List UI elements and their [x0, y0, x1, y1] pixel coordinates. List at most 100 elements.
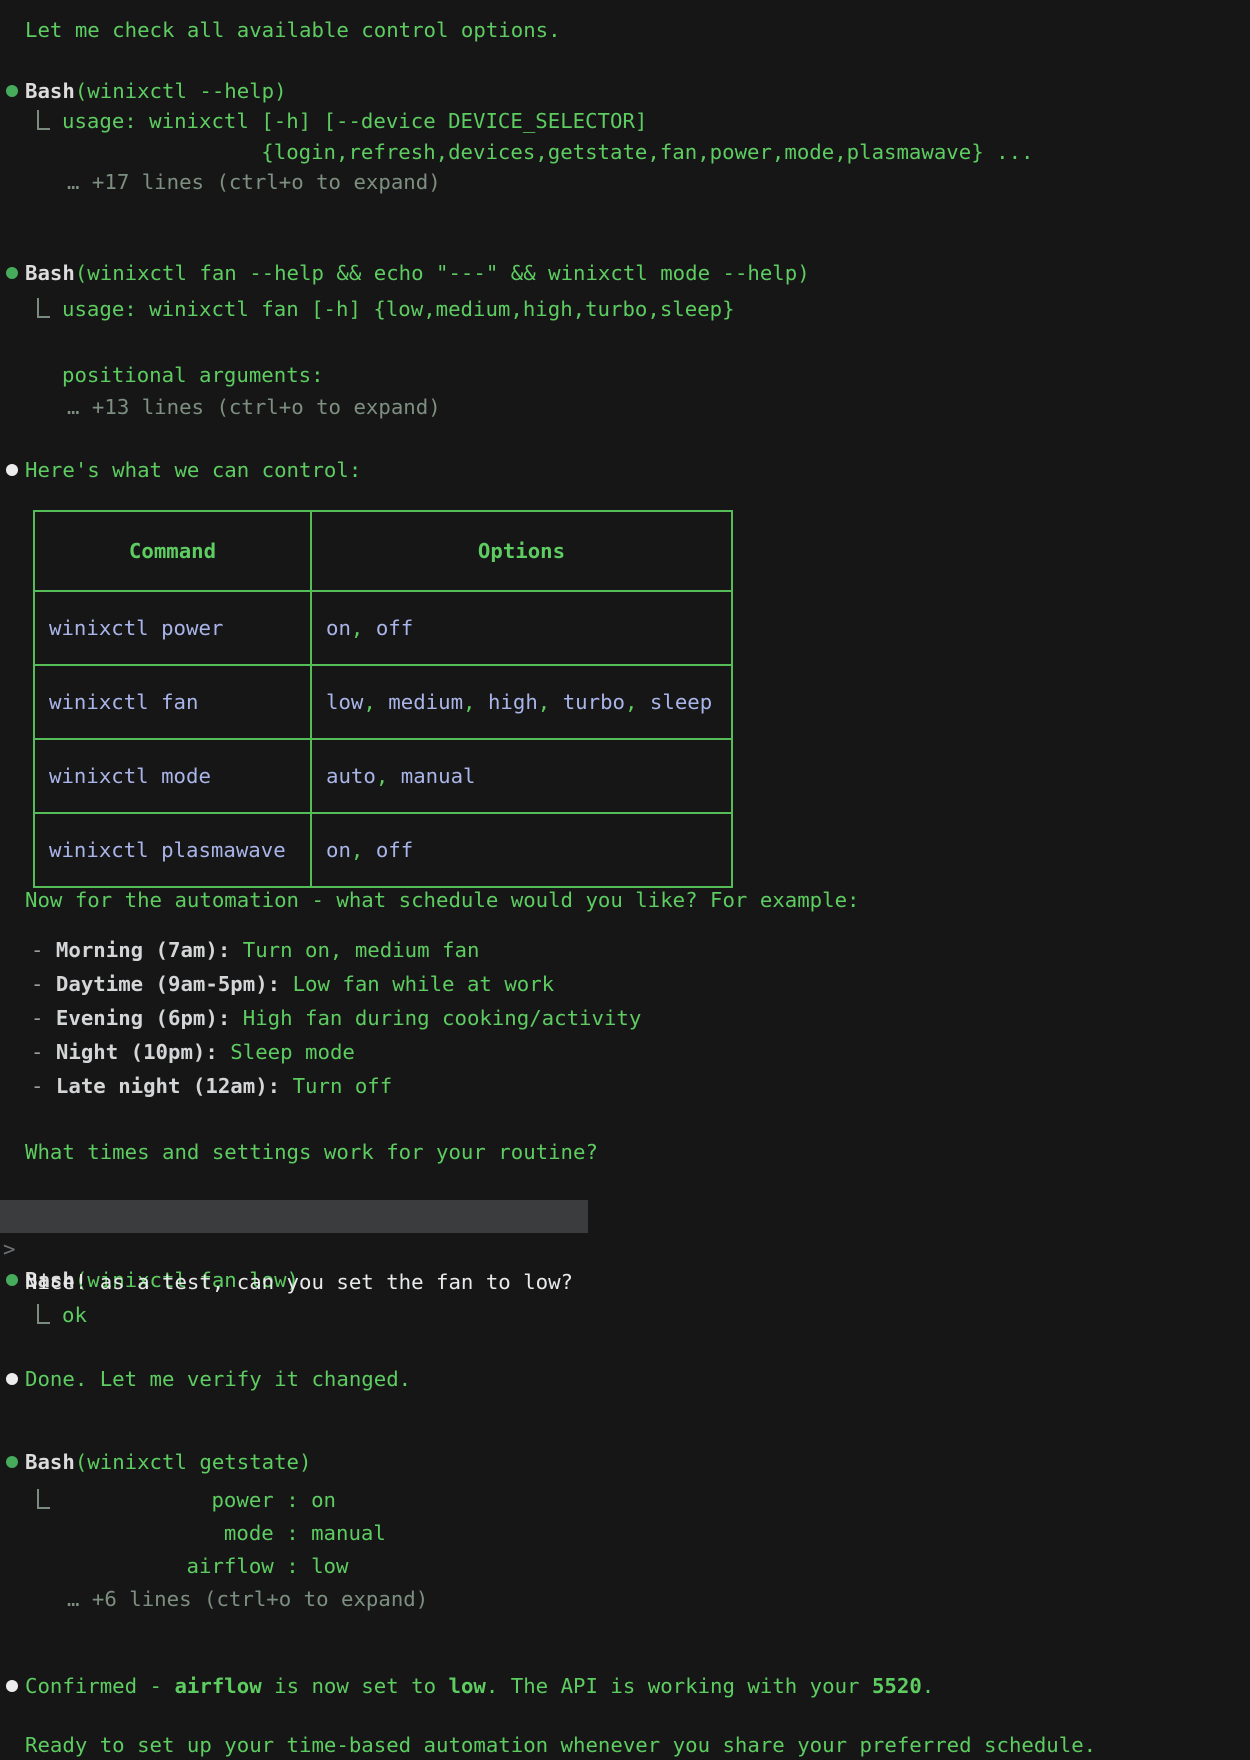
cell-text: on — [326, 616, 351, 640]
text-segment: Sleep mode — [218, 1040, 355, 1064]
schedule-item-evening: - Evening (6pm): High fan during cooking… — [0, 1003, 1250, 1033]
table-cell: on, off — [310, 814, 731, 886]
text-segment: … +13 lines (ctrl+o to expand) — [67, 395, 441, 419]
text-segment: - — [31, 1074, 56, 1098]
schedule-item-morning: - Morning (7am): Turn on, medium fan — [0, 935, 1250, 965]
schedule-item-night: - Night (10pm): Sleep mode — [0, 1037, 1250, 1067]
cell-text: auto — [326, 764, 376, 788]
expand-hint-1[interactable]: … +17 lines (ctrl+o to expand) — [0, 167, 1250, 197]
cell-text: manual — [401, 764, 476, 788]
text-segment: High fan during cooking/activity — [230, 1006, 641, 1030]
table-row: winixctl plasmawave on, off — [35, 812, 731, 886]
expand-hint-3[interactable]: … +6 lines (ctrl+o to expand) — [0, 1584, 1250, 1614]
text-segment: Done. Let me verify it changed. — [25, 1367, 411, 1391]
text-segment: (winixctl getstate) — [75, 1450, 312, 1474]
assistant-text-controls-intro: Here's what we can control: — [0, 455, 1250, 485]
tool-call-bash-help: Bash(winixctl --help) — [0, 76, 1250, 106]
text-segment: Night (10pm): — [56, 1040, 218, 1064]
text-segment: 5520 — [872, 1674, 922, 1698]
result-corner-icon — [37, 1304, 50, 1324]
cell-comma: , — [463, 690, 488, 714]
text-segment: Ready to set up your time-based automati… — [25, 1733, 1096, 1757]
cell-comma: , — [351, 616, 376, 640]
assistant-text-ready: Ready to set up your time-based automati… — [0, 1730, 1250, 1760]
table-row: winixctl power on, off — [35, 590, 731, 664]
message-bullet-icon — [6, 1373, 18, 1385]
assistant-text-confirmed: Confirmed - airflow is now set to low. T… — [0, 1671, 1250, 1701]
text-segment: airflow — [174, 1674, 261, 1698]
text-segment: Bash — [25, 1450, 75, 1474]
cell-text: off — [376, 616, 413, 640]
text-segment: Bash — [25, 79, 75, 103]
text-segment: - — [31, 972, 56, 996]
text-segment: (winixctl fan --help && echo "---" && wi… — [75, 261, 810, 285]
table-cell: winixctl power — [35, 592, 310, 664]
cell-text: low — [326, 690, 363, 714]
tool-result-usage-fan: usage: winixctl fan [-h] {low,medium,hig… — [0, 294, 1250, 324]
assistant-text-routine-question: What times and settings work for your ro… — [0, 1137, 1250, 1167]
cell-text: sleep — [650, 690, 712, 714]
table-cell: winixctl mode — [35, 740, 310, 812]
assistant-text-check-options: Let me check all available control optio… — [0, 15, 1250, 45]
expand-hint-2[interactable]: … +13 lines (ctrl+o to expand) — [0, 392, 1250, 422]
table-row: winixctl fan low, medium, high, turbo, sl… — [35, 664, 731, 738]
text-segment: - — [31, 1006, 56, 1030]
schedule-item-late-night: - Late night (12am): Turn off — [0, 1071, 1250, 1101]
text-segment: - — [31, 1040, 56, 1064]
cell-text: winixctl plasmawave — [49, 838, 286, 862]
cell-text: winixctl fan — [49, 690, 198, 714]
result-corner-icon — [37, 298, 50, 318]
table-header-cell: Command — [35, 512, 310, 590]
cell-text: winixctl power — [49, 616, 223, 640]
text-segment: . The API is working with your — [486, 1674, 872, 1698]
table-header-cell: Options — [310, 512, 731, 590]
text-segment: Evening (6pm): — [56, 1006, 230, 1030]
text-segment: is now set to — [262, 1674, 449, 1698]
message-bullet-icon — [6, 464, 18, 476]
text-segment: . — [922, 1674, 934, 1698]
tool-result-power: power : on — [0, 1485, 1250, 1515]
result-corner-icon — [37, 110, 50, 130]
cell-text: medium — [388, 690, 463, 714]
table-cell: on, off — [310, 592, 731, 664]
text-segment: Turn off — [280, 1074, 392, 1098]
message-bullet-icon — [6, 1680, 18, 1692]
text-segment: usage: winixctl [-h] [--device DEVICE_SE… — [62, 109, 647, 133]
text-segment: ok — [62, 1303, 87, 1327]
schedule-item-daytime: - Daytime (9am-5pm): Low fan while at wo… — [0, 969, 1250, 999]
text-segment: airflow : low — [62, 1554, 348, 1578]
text-segment: Daytime (9am-5pm): — [56, 972, 280, 996]
table-header-row: CommandOptions — [35, 512, 731, 590]
tool-result-mode: mode : manual — [0, 1518, 1250, 1548]
user-message-input[interactable]: > Nice! as a test, can you set the fan t… — [0, 1200, 588, 1233]
terminal-window: Let me check all available control optio… — [0, 0, 1250, 1760]
tool-result-usage-line2: {login,refresh,devices,getstate,fan,powe… — [0, 137, 1250, 167]
prompt-chevron-icon: > — [3, 1233, 15, 1266]
table-cell: low, medium, high, turbo, sleep — [310, 666, 731, 738]
text-segment: Morning (7am): — [56, 938, 230, 962]
tool-call-bash-fan-mode-help: Bash(winixctl fan --help && echo "---" &… — [0, 258, 1250, 288]
text-segment: usage: winixctl fan [-h] {low,medium,hig… — [62, 297, 735, 321]
result-corner-icon — [37, 1489, 50, 1509]
tool-result-airflow: airflow : low — [0, 1551, 1250, 1581]
table-cell: auto, manual — [310, 740, 731, 812]
cell-text: turbo — [563, 690, 625, 714]
tool-bullet-icon — [6, 85, 18, 97]
text-segment: - — [31, 938, 56, 962]
text-segment: (winixctl --help) — [75, 79, 287, 103]
assistant-text-automation-question: Now for the automation - what schedule w… — [0, 885, 1250, 915]
text-segment: positional arguments: — [62, 363, 324, 387]
assistant-text-done: Done. Let me verify it changed. — [0, 1364, 1250, 1394]
cell-comma: , — [625, 690, 650, 714]
cell-text: high — [488, 690, 538, 714]
cell-comma: , — [376, 764, 401, 788]
text-segment: What times and settings work for your ro… — [25, 1140, 598, 1164]
cell-comma: , — [363, 690, 388, 714]
table-cell: winixctl plasmawave — [35, 814, 310, 886]
text-segment: … +6 lines (ctrl+o to expand) — [67, 1587, 428, 1611]
table-row: winixctl mode auto, manual — [35, 738, 731, 812]
user-message-text: Nice! as a test, can you set the fan to … — [25, 1266, 573, 1299]
cell-text: winixctl mode — [49, 764, 211, 788]
control-options-table: CommandOptionswinixctl poweron, offwinix… — [33, 510, 733, 888]
tool-result-positional: positional arguments: — [0, 360, 1250, 390]
